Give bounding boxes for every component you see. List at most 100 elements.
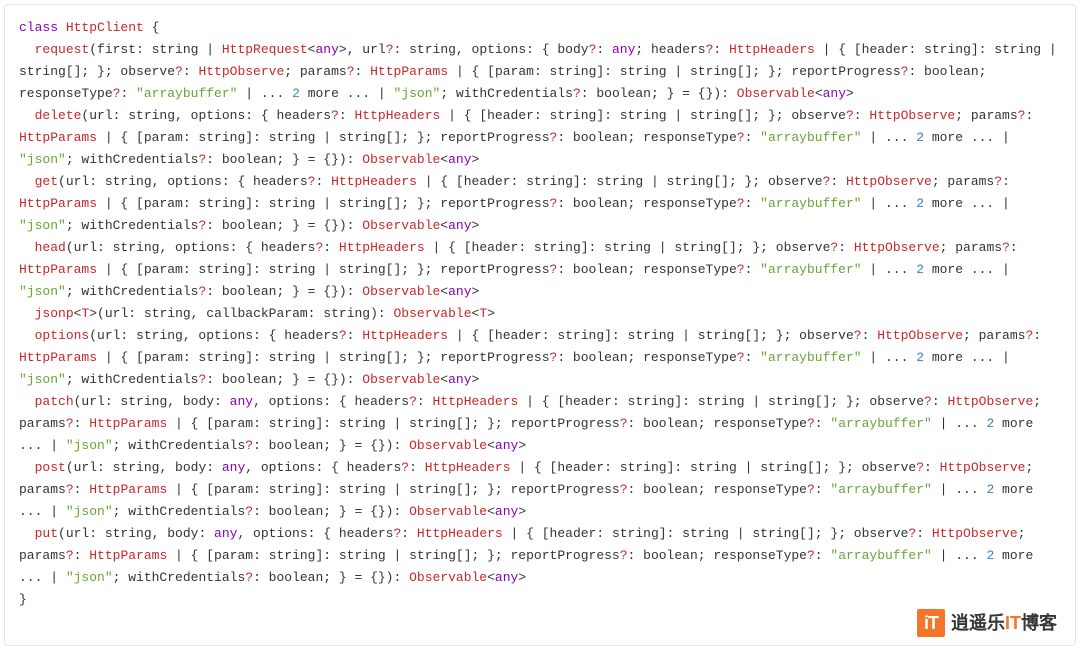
- t: ; withCredentials: [113, 438, 246, 453]
- t: (url: string, options: { headers: [66, 240, 316, 255]
- q: ?: [66, 482, 74, 497]
- q: ?: [347, 64, 355, 79]
- q: ?: [386, 42, 394, 57]
- t: (url: string, options: { headers: [58, 174, 308, 189]
- t: : boolean; responseType: [628, 482, 807, 497]
- kw-any: any: [222, 460, 245, 475]
- t: :: [815, 548, 831, 563]
- t: <: [487, 438, 495, 453]
- t: : boolean; } = {}):: [206, 372, 362, 387]
- t: :: [74, 416, 90, 431]
- t: :: [409, 460, 425, 475]
- type-httpparams: HttpParams: [19, 196, 97, 211]
- q: ?: [846, 108, 854, 123]
- t: :: [932, 394, 948, 409]
- t: | ...: [862, 350, 917, 365]
- t: ; withCredentials: [66, 152, 199, 167]
- t: ; headers: [635, 42, 705, 57]
- method-delete: delete: [35, 108, 82, 123]
- str-json: "json": [66, 438, 113, 453]
- q: ?: [924, 394, 932, 409]
- t: | { [header: string]: string | string[];…: [448, 328, 854, 343]
- t: | ...: [932, 548, 987, 563]
- t: : boolean; } = {}):: [253, 438, 409, 453]
- t: :: [596, 42, 612, 57]
- t: (url: string, body:: [58, 526, 214, 541]
- t: : string, options: { body: [394, 42, 589, 57]
- type-httpparams: HttpParams: [19, 130, 97, 145]
- t: , options: { headers: [237, 526, 393, 541]
- type-httpparams: HttpParams: [89, 548, 167, 563]
- t: | { [header: string]: string | string[];…: [511, 460, 917, 475]
- t: | { [param: string]: string | string[]; …: [97, 196, 549, 211]
- kw-any: any: [448, 152, 471, 167]
- t: more ... |: [300, 86, 394, 101]
- t: <: [487, 504, 495, 519]
- str-arraybuffer: "arraybuffer": [760, 350, 861, 365]
- brace-open: {: [144, 20, 160, 35]
- method-head: head: [35, 240, 66, 255]
- wm-t1: 逍遥乐: [951, 613, 1005, 633]
- t: :: [830, 174, 846, 189]
- str-arraybuffer: "arraybuffer": [830, 416, 931, 431]
- q: ?: [737, 350, 745, 365]
- t: : boolean; } = {}):: [581, 86, 737, 101]
- t: ; withCredentials: [66, 284, 199, 299]
- num: 2: [916, 130, 924, 145]
- q: ?: [245, 504, 253, 519]
- type-httpheaders: HttpHeaders: [354, 108, 440, 123]
- t: >: [518, 570, 526, 585]
- t: | { [param: string]: string | string[]; …: [97, 350, 549, 365]
- t: : boolean; responseType: [628, 416, 807, 431]
- t: | ...: [862, 196, 917, 211]
- str-arraybuffer: "arraybuffer": [830, 482, 931, 497]
- type-httpheaders: HttpHeaders: [417, 526, 503, 541]
- str-json: "json": [19, 372, 66, 387]
- method-options: options: [35, 328, 90, 343]
- q: ?: [331, 108, 339, 123]
- type-httpparams: HttpParams: [19, 350, 97, 365]
- t: ; withCredentials: [440, 86, 573, 101]
- type-httpheaders: HttpHeaders: [331, 174, 417, 189]
- t: | ...: [862, 262, 917, 277]
- t: | { [header: string]: string | string[];…: [518, 394, 924, 409]
- q: ?: [737, 130, 745, 145]
- type-observable: Observable: [737, 86, 815, 101]
- t: <: [487, 570, 495, 585]
- t: | { [param: string]: string | string[]; …: [97, 262, 549, 277]
- t: ; params: [963, 328, 1025, 343]
- t: :: [838, 240, 854, 255]
- type-httpheaders: HttpHeaders: [425, 460, 511, 475]
- t: , options: { headers: [253, 394, 409, 409]
- t: :: [745, 350, 761, 365]
- kw-any: any: [612, 42, 635, 57]
- type-observable: Observable: [362, 372, 440, 387]
- str-json: "json": [66, 570, 113, 585]
- q: ?: [994, 174, 1002, 189]
- t: (url: string, body:: [66, 460, 222, 475]
- type-observable: Observable: [394, 306, 472, 321]
- t: :: [745, 130, 761, 145]
- type-observable: Observable: [409, 438, 487, 453]
- t: more ... |: [924, 350, 1018, 365]
- kw-any: any: [214, 526, 237, 541]
- q: ?: [339, 328, 347, 343]
- type-httpobserve: HttpObserve: [877, 328, 963, 343]
- t: | { [header: string]: string | string[];…: [425, 240, 831, 255]
- type-httpheaders: HttpHeaders: [362, 328, 448, 343]
- q: ?: [737, 262, 745, 277]
- t: : boolean; responseType: [557, 130, 736, 145]
- method-get: get: [35, 174, 58, 189]
- t: | { [param: string]: string | string[]; …: [448, 64, 900, 79]
- watermark-icon: iT: [917, 609, 945, 637]
- type-observable: Observable: [362, 284, 440, 299]
- q: ?: [620, 548, 628, 563]
- t: :: [1002, 174, 1018, 189]
- t: :: [862, 328, 878, 343]
- q: ?: [245, 570, 253, 585]
- indent: [19, 174, 35, 189]
- q: ?: [245, 438, 253, 453]
- code-snippet: class HttpClient { request(first: string…: [4, 4, 1076, 646]
- q: ?: [409, 394, 417, 409]
- kw-any: any: [230, 394, 253, 409]
